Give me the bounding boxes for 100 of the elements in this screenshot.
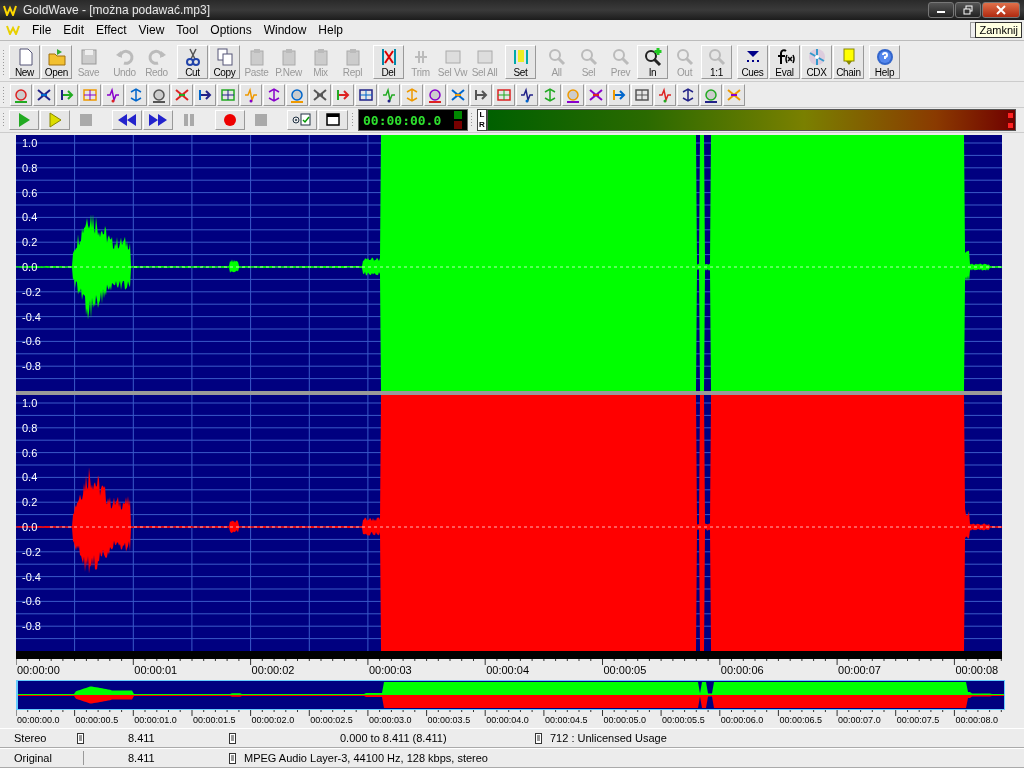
toolbar-button[interactable]: Help xyxy=(869,45,900,79)
time-label: 00:00:03.0 xyxy=(368,715,412,725)
menu-item[interactable]: Options xyxy=(204,23,258,37)
effect-button[interactable] xyxy=(424,83,446,106)
effect-button[interactable] xyxy=(516,83,538,106)
amplitude-label: -0.2 xyxy=(22,545,41,558)
effect-icon xyxy=(266,86,282,103)
toolbar-button[interactable]: New xyxy=(9,45,40,79)
amplitude-label: 0.8 xyxy=(22,161,38,174)
toolbar-button[interactable]: Open xyxy=(41,45,72,79)
close-button[interactable] xyxy=(982,2,1020,18)
time-label: 00:00:01.5 xyxy=(192,715,236,725)
record-button[interactable] xyxy=(215,110,245,130)
menu-item[interactable]: Tool xyxy=(170,23,205,37)
time-label: 00:00:07.5 xyxy=(896,715,940,725)
amplitude-label: -0.8 xyxy=(22,360,41,373)
menu-item[interactable]: Help xyxy=(312,23,350,37)
amplitude-label: -0.2 xyxy=(22,285,41,298)
minimize-button[interactable] xyxy=(928,2,954,18)
forward-icon xyxy=(149,111,167,129)
list-icon xyxy=(229,752,236,764)
toolbar-button[interactable]: Cues xyxy=(737,45,768,79)
effect-icon xyxy=(358,86,374,103)
time-label: 00:00:06.0 xyxy=(720,715,764,725)
led-indicator-icon xyxy=(453,110,463,130)
menu-item[interactable]: File xyxy=(26,23,58,37)
effect-icon xyxy=(13,86,29,103)
menu-item[interactable]: Effect xyxy=(90,23,133,37)
effect-button[interactable] xyxy=(608,83,630,106)
forward-button[interactable] xyxy=(143,110,173,130)
effect-button[interactable] xyxy=(125,83,147,106)
amplitude-label: 1.0 xyxy=(22,137,38,149)
effect-button[interactable] xyxy=(56,83,78,106)
copy-icon xyxy=(214,47,235,67)
options-icon xyxy=(292,111,312,129)
time-label: 00:00:05.5 xyxy=(662,715,705,725)
help-icon xyxy=(874,47,895,67)
toolbar-button[interactable]: In xyxy=(637,45,668,79)
toolbar-button[interactable]: 1:1 xyxy=(701,45,732,79)
status-length: 8.411 xyxy=(128,752,155,764)
stop-icon xyxy=(77,111,95,129)
list-icon xyxy=(229,732,236,744)
effect-icon xyxy=(289,86,305,103)
selection-icon xyxy=(442,47,463,67)
menu-item[interactable]: Window xyxy=(257,23,313,37)
effect-icon xyxy=(404,86,420,103)
toolbar-button[interactable]: Chain xyxy=(833,45,864,79)
effect-button[interactable] xyxy=(562,83,584,106)
window-button[interactable] xyxy=(318,110,348,130)
app-logo-icon xyxy=(3,4,19,16)
undo-icon xyxy=(114,47,135,67)
toolbar-button[interactable]: Cut xyxy=(177,45,208,79)
time-label: 00:00:07 xyxy=(838,664,881,676)
magnifier-icon xyxy=(578,47,599,67)
effect-button[interactable] xyxy=(585,83,607,106)
effect-button[interactable] xyxy=(447,83,469,106)
effect-button[interactable] xyxy=(355,83,377,106)
play-selection-icon xyxy=(46,111,64,129)
effect-button[interactable] xyxy=(470,83,492,106)
amplitude-label: 1.0 xyxy=(22,397,38,409)
effect-button[interactable] xyxy=(217,83,239,106)
effect-icon xyxy=(634,86,650,103)
effect-icon xyxy=(496,86,512,103)
effect-icon xyxy=(542,86,558,103)
time-label: 00:00:07.0 xyxy=(838,715,881,725)
window-title: GoldWave - [można podawać.mp3] xyxy=(23,3,210,17)
amplitude-label: 0.6 xyxy=(22,446,38,459)
selection-icon xyxy=(474,47,495,67)
rewind-button[interactable] xyxy=(112,110,142,130)
effect-button[interactable] xyxy=(102,83,124,106)
effect-button[interactable] xyxy=(309,83,331,106)
effect-button[interactable] xyxy=(631,83,653,106)
toolbar-button[interactable]: Eval xyxy=(769,45,800,79)
effect-button[interactable] xyxy=(286,83,308,106)
effect-icon xyxy=(565,86,581,103)
stop-icon xyxy=(252,111,270,129)
effect-button[interactable] xyxy=(33,83,55,106)
effect-button[interactable] xyxy=(723,83,745,106)
effect-icon xyxy=(703,86,719,103)
menu-item[interactable]: Edit xyxy=(57,23,91,37)
toolbar-button[interactable]: CDX xyxy=(801,45,832,79)
toolbar-button[interactable]: Del xyxy=(373,45,404,79)
effect-button[interactable] xyxy=(263,83,285,106)
amplitude-label: -0.8 xyxy=(22,620,41,633)
magnifier-icon xyxy=(674,47,695,67)
restore-icon xyxy=(963,5,973,15)
effect-button[interactable] xyxy=(677,83,699,106)
toolbar-button[interactable]: Copy xyxy=(209,45,240,79)
options-button[interactable] xyxy=(287,110,317,130)
rewind-icon xyxy=(118,111,136,129)
amplitude-label: 0.8 xyxy=(22,421,38,434)
effect-button[interactable] xyxy=(700,83,722,106)
time-label: 00:00:06 xyxy=(720,664,764,676)
restore-button[interactable] xyxy=(955,2,981,18)
list-icon xyxy=(535,732,542,744)
effect-button[interactable] xyxy=(148,83,170,106)
magnifier-icon xyxy=(706,47,727,67)
effect-button[interactable] xyxy=(194,83,216,106)
toolbar-button[interactable]: Set xyxy=(505,45,536,79)
menu-item[interactable]: View xyxy=(132,23,171,37)
